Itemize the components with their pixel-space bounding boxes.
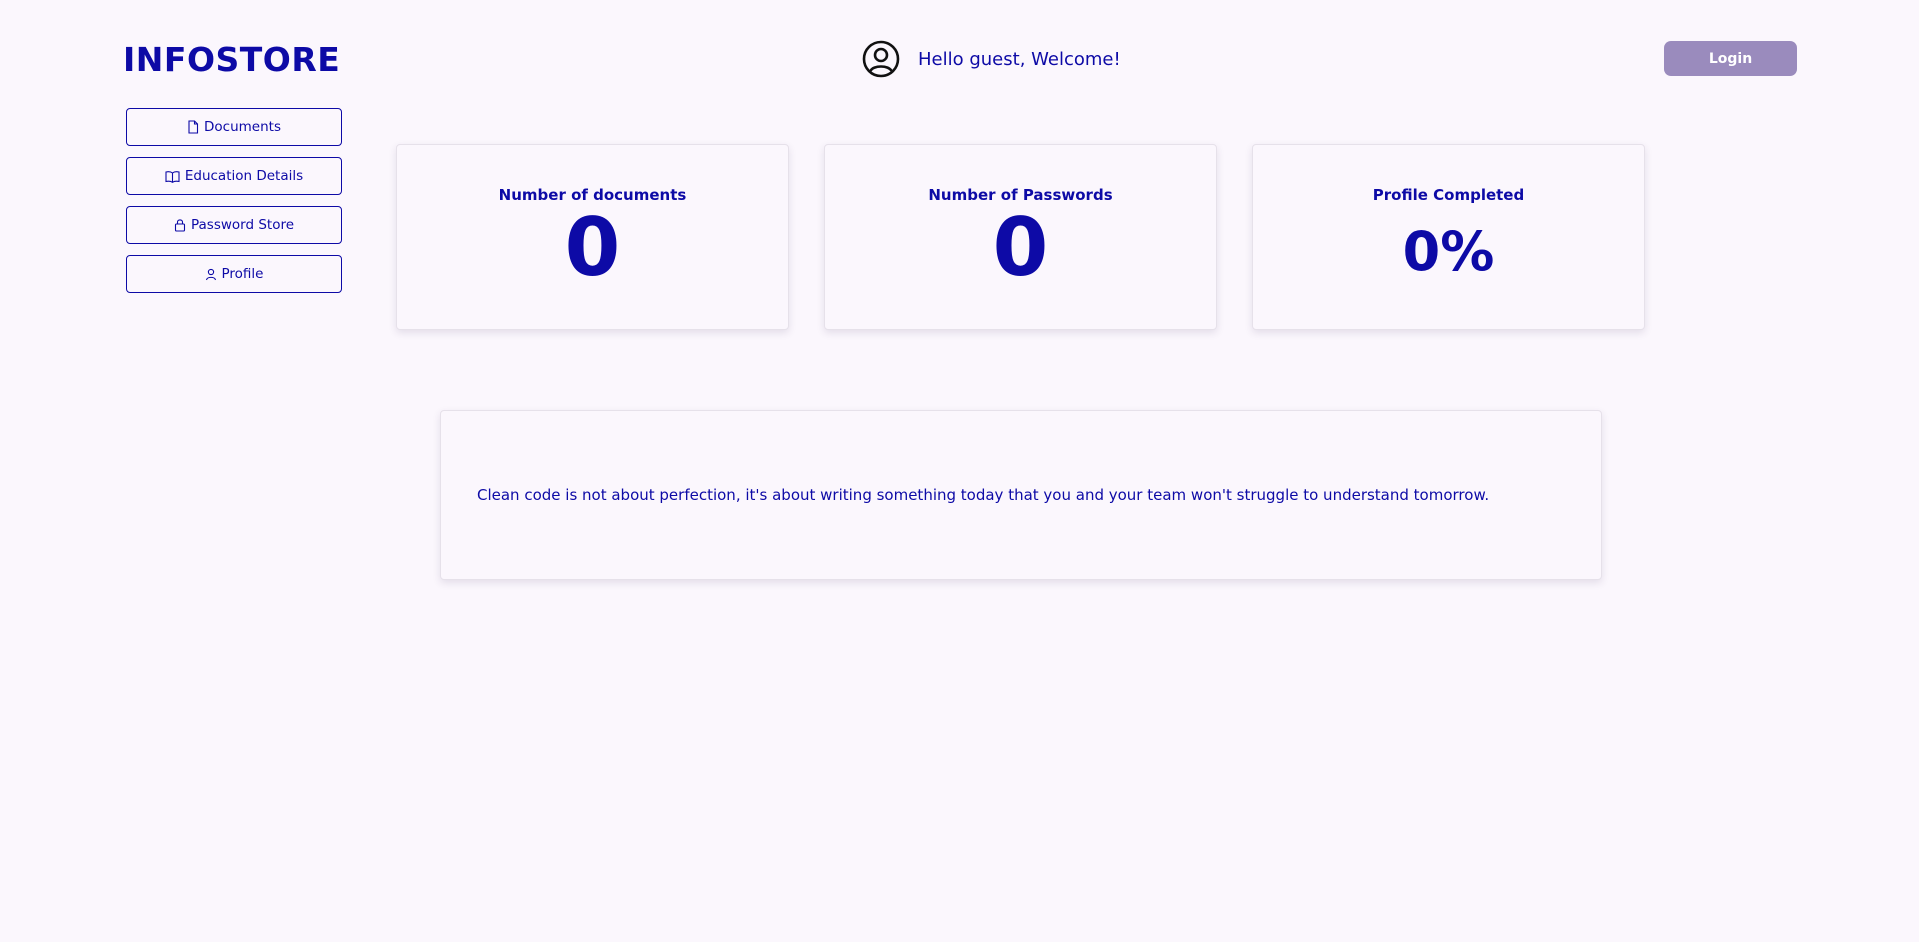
quote-card: Clean code is not about perfection, it's… bbox=[440, 410, 1602, 580]
passwords-count-card: Number of Passwords 0 bbox=[824, 144, 1217, 330]
sidebar-item-password-store[interactable]: Password Store bbox=[126, 206, 342, 244]
sidebar-item-label: Password Store bbox=[190, 217, 295, 233]
greeting-text: Hello guest, Welcome! bbox=[918, 48, 1121, 70]
sidebar-item-education-details[interactable]: Education Details bbox=[126, 157, 342, 195]
user-circle-icon bbox=[862, 40, 900, 78]
user-icon bbox=[205, 268, 217, 281]
book-icon bbox=[165, 170, 180, 183]
card-label: Profile Completed bbox=[1372, 186, 1525, 204]
sidebar-item-label: Documents bbox=[204, 119, 281, 135]
sidebar-nav: Documents Education Details Password Sto… bbox=[126, 108, 342, 304]
documents-count-card: Number of documents 0 bbox=[396, 144, 789, 330]
sidebar-item-label: Education Details bbox=[184, 168, 304, 184]
dashboard-page: INFOSTORE Hello guest, Welcome! Login Do… bbox=[0, 0, 1919, 942]
welcome-greeting: Hello guest, Welcome! bbox=[862, 38, 1121, 80]
profile-completed-card: Profile Completed 0% bbox=[1252, 144, 1645, 330]
sidebar-item-label: Profile bbox=[221, 266, 264, 282]
brand-logo[interactable]: INFOSTORE bbox=[123, 40, 340, 79]
sidebar-item-profile[interactable]: Profile bbox=[126, 255, 342, 293]
lock-icon bbox=[174, 218, 186, 232]
card-value: 0 bbox=[992, 201, 1049, 294]
login-button[interactable]: Login bbox=[1664, 41, 1797, 76]
file-icon bbox=[187, 120, 199, 134]
quote-text: Clean code is not about perfection, it's… bbox=[477, 486, 1490, 504]
card-value: 0 bbox=[564, 201, 621, 294]
sidebar-item-documents[interactable]: Documents bbox=[126, 108, 342, 146]
card-value: 0% bbox=[1402, 220, 1495, 283]
